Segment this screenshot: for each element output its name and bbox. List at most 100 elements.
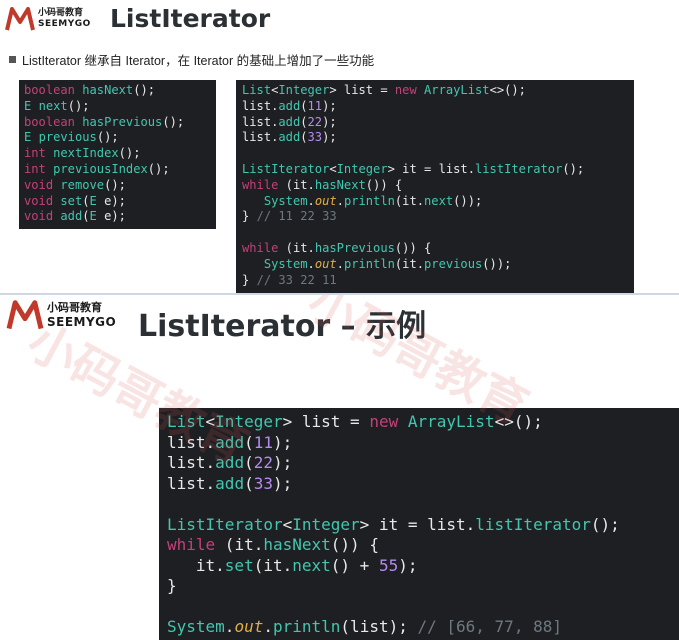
code-token: 11	[307, 98, 323, 113]
code-token: ());	[453, 193, 483, 208]
code-token: out	[234, 617, 264, 636]
code-line: List<Integer> list = new ArrayList<>();	[167, 412, 679, 433]
code-token: }	[167, 576, 177, 595]
code-line: while (it.hasNext()) {	[167, 535, 679, 556]
code-token: );	[272, 432, 293, 452]
code-token: // [66, 77, 88]	[417, 617, 562, 636]
code-token: hasNext	[82, 83, 134, 97]
code-token: void	[24, 193, 54, 208]
code-line: list.add(33);	[167, 474, 679, 495]
code-token: add	[215, 473, 245, 493]
code-token: }	[242, 209, 257, 224]
code-token: ();	[118, 146, 141, 161]
code-line: while (it.hasNext()) {	[242, 178, 634, 194]
code-token: list.	[167, 453, 216, 472]
code-token: 22	[307, 114, 323, 129]
code-token: Integer	[278, 83, 330, 97]
code-token: next	[292, 555, 331, 575]
bullet-point: ListIterator 继承自 Iterator，在 Iterator 的基础…	[9, 50, 374, 69]
code-token: }	[242, 272, 257, 287]
brand-name-cn: 小码哥教育	[47, 301, 102, 314]
bullet-square-icon	[9, 56, 16, 63]
code-line: } // 33 22 11	[242, 273, 634, 289]
code-token: previousIndex	[53, 161, 148, 176]
code-token: );	[322, 114, 337, 129]
code-token: (it.	[278, 177, 315, 192]
code-line: int previousIndex();	[24, 162, 216, 178]
code-line: list.add(22);	[167, 453, 679, 474]
code-token: int	[24, 146, 46, 161]
code-token: (it.	[394, 256, 425, 271]
code-token: 55	[378, 555, 399, 575]
code-token: ();	[133, 83, 156, 97]
code-token: );	[322, 98, 337, 113]
code-token: > it = list.	[359, 514, 476, 534]
code-token: Integer	[336, 161, 388, 176]
code-token: add	[278, 98, 301, 113]
code-token: .	[224, 617, 235, 636]
code-token: next	[424, 193, 454, 208]
code-token: (	[244, 473, 254, 493]
code-token: add	[215, 453, 245, 472]
code-token: boolean	[24, 83, 75, 97]
code-token: boolean	[24, 114, 75, 129]
code-token: // 11 22 33	[256, 209, 337, 224]
code-line: System.out.println(it.previous());	[242, 257, 634, 273]
code-token: ()) {	[330, 535, 379, 554]
code-token: (	[300, 130, 308, 145]
code-token: listIterator	[475, 514, 591, 534]
code-block-set-example: List<Integer> list = new ArrayList<>(); l…	[159, 408, 679, 640]
code-token: ();	[162, 114, 185, 129]
code-token: );	[322, 130, 337, 145]
code-token: println	[343, 256, 395, 271]
code-token: ();	[96, 130, 119, 145]
code-token: System	[167, 617, 225, 636]
code-token: .	[307, 256, 315, 271]
code-token: Integer	[215, 412, 283, 431]
code-token: while	[167, 535, 216, 554]
code-token: System	[263, 193, 308, 208]
code-line: void set(E e);	[24, 194, 216, 210]
code-line: list.add(11);	[167, 433, 679, 454]
code-token: void	[24, 177, 54, 192]
code-token: ArrayList	[407, 412, 495, 431]
code-token: <>();	[489, 83, 526, 97]
code-token: ();	[562, 161, 585, 176]
code-token: (	[300, 114, 308, 129]
code-token: remove	[60, 177, 105, 192]
code-token: <>();	[494, 412, 543, 431]
code-line: list.add(22);	[242, 115, 634, 131]
code-token: hasPrevious	[82, 114, 163, 129]
code-token: out	[314, 193, 337, 208]
code-line: boolean hasPrevious();	[24, 115, 216, 131]
code-token: (	[244, 432, 254, 452]
code-token: list.	[167, 432, 216, 452]
code-token: ()) {	[394, 240, 432, 255]
code-token: );	[398, 555, 418, 575]
seemygo-m-icon	[6, 300, 44, 330]
code-token: it.	[167, 555, 225, 575]
code-token: previous	[424, 256, 483, 271]
code-token: (	[244, 453, 254, 472]
seemygo-m-icon	[5, 7, 35, 31]
code-token: ();	[147, 161, 170, 176]
code-token: ()) {	[365, 177, 403, 192]
code-token: (list);	[340, 617, 418, 636]
code-token: 33	[253, 473, 273, 493]
code-token: ());	[482, 256, 512, 271]
code-token: Integer	[292, 514, 360, 534]
code-token: .	[336, 193, 344, 208]
code-line: ListIterator<Integer> it = list.listIter…	[242, 162, 634, 178]
code-line: ListIterator<Integer> it = list.listIter…	[167, 515, 679, 536]
code-block-example: List<Integer> list = new ArrayList<>(); l…	[236, 80, 634, 293]
code-token: List	[167, 412, 206, 431]
code-token: .	[263, 617, 273, 636]
code-token: while	[242, 177, 279, 192]
code-line: System.out.println(list); // [66, 77, 88…	[167, 617, 679, 638]
code-token: ();	[104, 177, 126, 192]
